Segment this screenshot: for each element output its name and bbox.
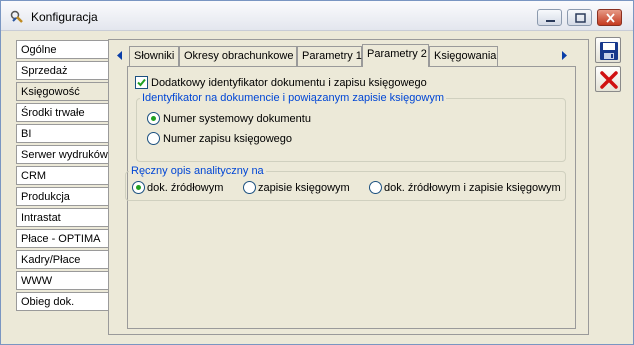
tab-scroll-right-icon[interactable] <box>559 49 570 62</box>
nav-item-label: CRM <box>21 170 47 182</box>
tab-scroll-left-icon[interactable] <box>114 49 125 62</box>
nav-item-www[interactable]: WWW <box>16 271 109 290</box>
radio-numer-systemowy-label: Numer systemowy dokumentu <box>163 113 311 125</box>
nav-item-label: Obieg dok. <box>21 296 75 308</box>
nav-item-ogolne[interactable]: Ogólne <box>16 40 109 59</box>
nav-item-obieg-dok[interactable]: Obieg dok. <box>16 292 109 311</box>
nav-item-label: Sprzedaż <box>21 65 68 77</box>
nav-item-label: Kadry/Płace <box>21 254 81 266</box>
tab-label: Parametry 1 <box>302 50 362 62</box>
window-title: Konfiguracja <box>31 10 98 24</box>
title-bar[interactable]: Konfiguracja <box>1 1 633 31</box>
tab-label: Parametry 2 <box>367 48 427 60</box>
cancel-button[interactable] <box>595 66 621 92</box>
extra-id-label: Dodatkowy identyfikator dokumentu i zapi… <box>151 77 427 89</box>
minimize-button[interactable] <box>537 9 562 26</box>
tab-okresy-obrachunkowe[interactable]: Okresy obrachunkowe <box>179 46 297 66</box>
tab-parametry-1[interactable]: Parametry 1 <box>297 46 362 66</box>
analytic-desc-group-title: Ręczny opis analityczny na <box>129 165 266 177</box>
app-icon <box>10 10 23 23</box>
radio-dok-zrodlowym-label: dok. źródłowym <box>147 182 224 194</box>
tab-label: Słowniki <box>134 50 175 62</box>
nav-item-produkcja[interactable]: Produkcja <box>16 187 109 206</box>
maximize-icon <box>575 13 586 23</box>
nav-item-label: Serwer wydruków <box>21 149 108 161</box>
nav-item-crm[interactable]: CRM <box>16 166 109 185</box>
nav-item-label: WWW <box>21 275 53 287</box>
extra-id-checkbox[interactable] <box>135 76 148 89</box>
tab-ksiegowania[interactable]: Księgowania <box>429 46 498 66</box>
radio-zapisie-ksiegowym[interactable] <box>243 181 256 194</box>
floppy-disk-icon <box>600 42 618 60</box>
nav-item-ksiegowosc[interactable]: Księgowość <box>16 82 111 101</box>
nav-item-sprzedaz[interactable]: Sprzedaż <box>16 61 109 80</box>
tab-parametry-2[interactable]: Parametry 2 <box>362 44 429 67</box>
nav-item-serwer-wydrukow[interactable]: Serwer wydruków <box>16 145 109 164</box>
tab-label: Okresy obrachunkowe <box>184 50 294 62</box>
nav-item-label: Księgowość <box>21 86 80 98</box>
radio-numer-zapisu-label: Numer zapisu księgowego <box>163 133 293 145</box>
tab-slowniki[interactable]: Słowniki <box>129 46 179 66</box>
minimize-icon <box>546 20 555 22</box>
save-button[interactable] <box>595 37 621 63</box>
nav-item-label: Intrastat <box>21 212 61 224</box>
identifier-group-title: Identyfikator na dokumencie i powiązanym… <box>140 92 447 104</box>
close-icon <box>606 13 615 23</box>
identifier-group <box>136 98 566 162</box>
nav-item-bi[interactable]: BI <box>16 124 109 143</box>
radio-selected-dot <box>136 185 141 190</box>
config-window: Konfiguracja Ogólne Sprzedaż Księgowość … <box>0 0 634 345</box>
tab-label: Księgowania <box>434 50 497 62</box>
nav-item-intrastat[interactable]: Intrastat <box>16 208 109 227</box>
radio-numer-zapisu[interactable] <box>147 132 160 145</box>
radio-dok-i-zapisie[interactable] <box>369 181 382 194</box>
nav-item-srodki-trwale[interactable]: Środki trwałe <box>16 103 109 122</box>
nav-item-kadry-place[interactable]: Kadry/Płace <box>16 250 109 269</box>
close-button[interactable] <box>597 9 622 26</box>
window-content: Ogólne Sprzedaż Księgowość Środki trwałe… <box>1 32 633 344</box>
nav-item-place-optima[interactable]: Płace - OPTIMA <box>16 229 109 248</box>
nav-item-label: Ogólne <box>21 44 57 56</box>
nav-item-label: BI <box>21 128 32 140</box>
nav-item-label: Środki trwałe <box>21 107 85 119</box>
nav-item-label: Płace - OPTIMA <box>21 233 101 245</box>
radio-selected-dot <box>151 116 156 121</box>
checkmark-icon <box>137 78 146 87</box>
radio-dok-zrodlowym[interactable] <box>132 181 145 194</box>
maximize-button[interactable] <box>567 9 592 26</box>
radio-numer-systemowy[interactable] <box>147 112 160 125</box>
radio-zapisie-ksiegowym-label: zapisie księgowym <box>258 182 350 194</box>
nav-item-label: Produkcja <box>21 191 70 203</box>
radio-dok-i-zapisie-label: dok. źródłowym i zapisie księgowym <box>384 182 561 194</box>
red-x-icon <box>600 71 618 89</box>
